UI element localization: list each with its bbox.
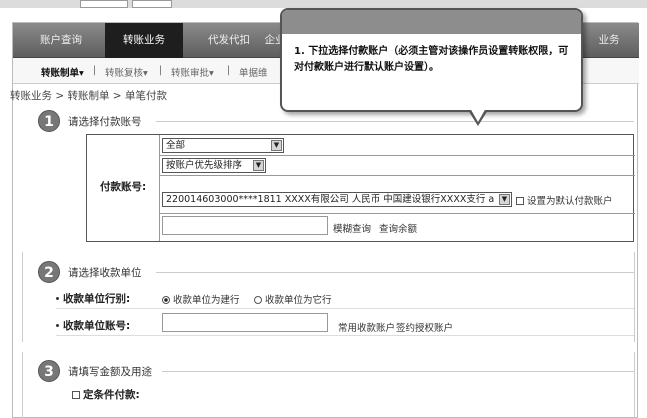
radio-icon[interactable]: [254, 296, 262, 304]
nav-item-business[interactable]: 业务: [589, 23, 629, 58]
divider: [159, 213, 635, 214]
subnav-separator: |: [227, 65, 231, 76]
section3-header: 3 请填写金额及用途: [38, 360, 634, 384]
set-default-account[interactable]: 设置为默认付款账户: [516, 193, 613, 207]
authorized-accounts-link[interactable]: 签约授权账户: [396, 320, 453, 334]
payer-account-label: 付款账号:: [100, 181, 147, 193]
payee-account-input[interactable]: [162, 313, 328, 332]
subnav-separator: |: [93, 65, 97, 76]
subnav-separator: |: [159, 65, 163, 76]
payee-bank-type-text: 收款单位行别:: [63, 293, 131, 305]
divider: [156, 272, 634, 273]
fuzzy-search-link[interactable]: 模糊查询: [333, 221, 371, 235]
divider: [634, 252, 635, 342]
section1-header: 1 请选择付款账号: [38, 110, 634, 134]
divider: [156, 121, 634, 122]
divider: [22, 352, 23, 418]
subnav-transfer-approve[interactable]: 转账审批▾: [171, 65, 214, 79]
section2-header: 2 请选择收款单位: [38, 261, 634, 285]
select-value: 220014603000****1811 XXXX有限公司 人民币 中国建设银行…: [166, 194, 495, 205]
page: 账户查询 转账业务 代发代扣 企业 业务 转账制单▾ | 转账复核▾ | 转账审…: [0, 0, 647, 418]
account-sort-select[interactable]: 按账户优先级排序 ▼: [162, 158, 266, 173]
divider: [159, 155, 635, 156]
payee-bank-type-label: 收款单位行别:: [56, 291, 130, 306]
divider: [159, 135, 160, 241]
dropdown-arrow-icon: ▼: [499, 194, 510, 205]
breadcrumb: 转账业务 > 转账制单 > 单笔付款: [10, 90, 167, 102]
account-filter-select[interactable]: 全部 ▼: [162, 138, 284, 153]
dropdown-arrow-icon: ▼: [271, 140, 282, 151]
dropdown-arrow-icon: ▼: [253, 160, 264, 171]
divider: [159, 175, 635, 176]
step-number-badge: 2: [38, 261, 60, 283]
payer-account-select[interactable]: 220014603000****1811 XXXX有限公司 人民币 中国建设银行…: [162, 192, 512, 207]
divider: [56, 335, 634, 336]
radio-selected-icon[interactable]: [162, 296, 170, 304]
subnav-transfer-review[interactable]: 转账复核▾: [105, 65, 148, 79]
radio-label: 收款单位为它行: [265, 295, 332, 306]
select-value: 全部: [166, 140, 186, 151]
conditional-payment-checkbox[interactable]: [72, 391, 80, 399]
payee-account-label: 收款单位账号:: [56, 318, 130, 333]
conditional-payment[interactable]: 定条件付款:: [72, 387, 140, 402]
radio-payee-ccb[interactable]: 收款单位为建行: [162, 292, 240, 306]
account-search-input[interactable]: [162, 216, 328, 235]
set-default-label: 设置为默认付款账户: [527, 196, 613, 207]
step-number-badge: 3: [38, 360, 60, 382]
divider: [22, 252, 23, 342]
payee-account-text: 收款单位账号:: [63, 320, 131, 332]
subnav-documents[interactable]: 单据维: [239, 65, 268, 79]
tooltip-title-bar: [282, 10, 581, 34]
divider: [162, 371, 634, 372]
bullet-icon: [56, 324, 59, 327]
radio-payee-other[interactable]: 收款单位为它行: [254, 292, 332, 306]
tooltip-pointer-inner: [470, 108, 486, 122]
nav-item-transfer[interactable]: 转账业务: [105, 23, 183, 58]
section2-title: 请选择收款单位: [68, 267, 142, 279]
tooltip-text: 1. 下拉选择付款账户（必须主管对该操作员设置转账权限，可对付款账户进行默认账户…: [294, 46, 569, 73]
select-value: 按账户优先级排序: [166, 160, 243, 171]
nav-item-account-query[interactable]: 账户查询: [21, 23, 101, 58]
top-tab[interactable]: [132, 0, 172, 8]
top-strip: [0, 0, 647, 8]
section3-title: 请填写金额及用途: [68, 366, 152, 378]
common-accounts-link[interactable]: 常用收款账户: [338, 320, 395, 334]
divider: [56, 308, 634, 309]
radio-label: 收款单位为建行: [173, 295, 240, 306]
bullet-icon: [56, 297, 59, 300]
balance-query-link[interactable]: 查询余额: [379, 221, 417, 235]
conditional-payment-label: 定条件付款:: [83, 389, 140, 401]
top-tab[interactable]: [80, 0, 128, 8]
set-default-checkbox[interactable]: [516, 197, 524, 205]
divider: [634, 352, 635, 418]
help-tooltip: 1. 下拉选择付款账户（必须主管对该操作员设置转账权限，可对付款账户进行默认账户…: [280, 8, 583, 126]
section1-title: 请选择付款账号: [68, 116, 142, 128]
subnav-transfer-create[interactable]: 转账制单▾: [41, 65, 84, 79]
step-number-badge: 1: [38, 110, 60, 132]
